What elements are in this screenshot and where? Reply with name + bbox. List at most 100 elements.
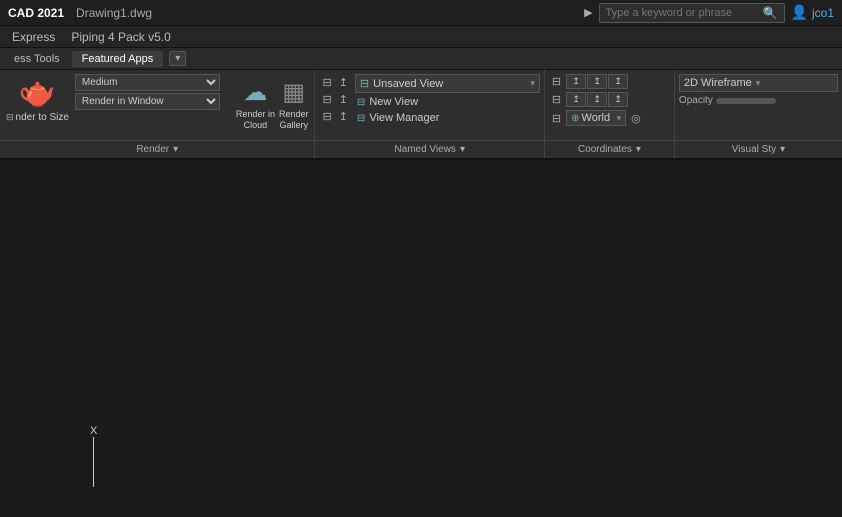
- teapot-icon: 🫖: [19, 78, 56, 108]
- nv-icon-btn-6[interactable]: ↥: [336, 109, 351, 124]
- axis-x-label: X: [90, 425, 97, 437]
- named-views-icon-group-mid: ⊟ ↥: [319, 92, 350, 107]
- search-box[interactable]: 🔍: [599, 3, 785, 23]
- tab-bar: ess Tools Featured Apps ▾: [0, 48, 842, 70]
- render-cloud-button[interactable]: ☁ Render inCloud: [236, 78, 275, 131]
- visual-style-section-label: Visual Sty ▾: [675, 140, 842, 158]
- render-cloud-label: Render inCloud: [236, 109, 275, 131]
- title-bar-right: ▶ 🔍 👤 jco1: [584, 3, 834, 23]
- unsaved-view-dropdown[interactable]: ⊟ Unsaved View ▾: [355, 74, 540, 93]
- menu-bar: Express Piping 4 Pack v5.0: [0, 26, 842, 48]
- named-views-icon-group-top: ⊟ ↥: [319, 75, 350, 90]
- view-dropdown-arrow: ▾: [530, 78, 535, 89]
- visual-style-dropdown[interactable]: 2D Wireframe ▾: [679, 74, 838, 92]
- new-view-label: New View: [369, 96, 418, 108]
- username: jco1: [812, 6, 834, 20]
- nv-icon-btn-3[interactable]: ⊟: [319, 92, 334, 107]
- render-gallery-button[interactable]: ▦ RenderGallery: [279, 78, 309, 131]
- view-icon: ⊟: [360, 77, 369, 90]
- new-view-icon: ⊟: [357, 97, 365, 108]
- view-manager-label: View Manager: [369, 112, 439, 124]
- view-manager-icon: ⊟: [357, 113, 365, 124]
- nv-icon-btn-1[interactable]: ⊟: [319, 75, 334, 90]
- render-controls: Medium Render in Window: [75, 74, 230, 128]
- nv-icon-btn-5[interactable]: ⊟: [319, 109, 334, 124]
- coord-mid-2[interactable]: ↥: [587, 92, 607, 107]
- search-icon[interactable]: 🔍: [763, 6, 778, 20]
- render-gallery-icon: ▦: [282, 78, 305, 107]
- named-views-icon-group-bot: ⊟ ↥: [319, 109, 350, 124]
- visual-style-arrow: ▾: [756, 78, 761, 89]
- ribbon-named-views-section: ⊟ ↥ ⊟ ↥ ⊟ ↥ ⊟ Unsaved V: [315, 70, 544, 158]
- render-label-arrow[interactable]: ▾: [173, 144, 178, 155]
- render-cloud-icon: ☁: [243, 78, 267, 107]
- visual-style-label-arrow[interactable]: ▾: [780, 144, 785, 155]
- coord-top-2[interactable]: ↥: [587, 74, 607, 89]
- nv-icon-btn-2[interactable]: ↥: [336, 75, 351, 90]
- nv-icon-btn-4[interactable]: ↥: [336, 92, 351, 107]
- render-to-size-label: nder to Size: [16, 112, 69, 123]
- coordinates-body: ⊟ ↥ ↥ ↥ ⊟ ↥ ↥ ↥ ⊟ ⊕ World: [545, 70, 674, 140]
- tab-extra-button[interactable]: ▾: [169, 51, 186, 66]
- opacity-icon-btn[interactable]: ◎: [628, 111, 644, 126]
- title-bar-left: CAD 2021 Drawing1.dwg: [8, 6, 584, 20]
- title-bar: CAD 2021 Drawing1.dwg ▶ 🔍 👤 jco1: [0, 0, 842, 26]
- ucs-icon: ⊕: [571, 113, 579, 124]
- menu-item-express[interactable]: Express: [4, 28, 63, 46]
- coord-btn-group-1: ↥ ↥ ↥: [566, 74, 628, 89]
- coordinates-label-text: Coordinates: [578, 144, 632, 155]
- visual-style-body: 2D Wireframe ▾ Opacity: [675, 70, 842, 140]
- opacity-label: Opacity: [679, 95, 713, 106]
- coord-btn-1[interactable]: ⊟: [549, 74, 564, 89]
- coord-btn-3[interactable]: ⊟: [549, 111, 564, 126]
- current-view-text: Unsaved View: [373, 78, 526, 90]
- coord-row-1: ⊟ ↥ ↥ ↥: [549, 74, 670, 89]
- app-name: CAD 2021: [8, 6, 64, 20]
- ucs-arrow: ▾: [617, 113, 622, 124]
- render-section-label: Render ▾: [0, 140, 314, 158]
- view-manager-item[interactable]: ⊟ View Manager: [355, 111, 540, 125]
- render-output-select[interactable]: Render in Window: [75, 93, 220, 110]
- ribbon: 🫖 ⊟ nder to Size Medium Render in Window: [0, 70, 842, 160]
- coordinates-label-arrow[interactable]: ▾: [636, 144, 641, 155]
- named-views-section-label: Named Views ▾: [315, 140, 543, 158]
- axis-line-vertical: [93, 437, 94, 487]
- visual-style-label-text: Visual Sty: [732, 144, 776, 155]
- search-input[interactable]: [606, 7, 763, 19]
- render-quality-select[interactable]: Medium: [75, 74, 220, 91]
- coord-top-1[interactable]: ↥: [566, 74, 586, 89]
- render-label-text: Render: [136, 144, 169, 155]
- menu-item-piping[interactable]: Piping 4 Pack v5.0: [63, 28, 178, 46]
- render-gallery-label: RenderGallery: [279, 109, 309, 131]
- new-view-item[interactable]: ⊟ New View: [355, 95, 540, 109]
- ucs-dropdown[interactable]: ⊕ World ▾: [566, 110, 626, 126]
- user-info[interactable]: 👤 jco1: [791, 4, 834, 21]
- search-arrow-icon: ▶: [584, 6, 592, 19]
- opacity-slider[interactable]: [716, 98, 776, 104]
- tab-featured-apps[interactable]: Featured Apps: [72, 51, 164, 67]
- named-views-label-arrow[interactable]: ▾: [460, 144, 465, 155]
- opacity-row: Opacity: [679, 95, 838, 106]
- tab-ess-tools[interactable]: ess Tools: [4, 51, 70, 67]
- ucs-name: World: [582, 112, 615, 124]
- user-icon: 👤: [791, 4, 808, 21]
- coord-top-3[interactable]: ↥: [608, 74, 628, 89]
- coordinates-section-label: Coordinates ▾: [545, 140, 674, 158]
- render-main-body: 🫖 ⊟ nder to Size Medium Render in Window: [0, 70, 314, 140]
- render-size-icon: ⊟: [6, 112, 14, 123]
- coord-row-3: ⊟ ⊕ World ▾ ◎: [549, 110, 670, 126]
- file-name: Drawing1.dwg: [76, 6, 152, 20]
- coord-mid-1[interactable]: ↥: [566, 92, 586, 107]
- visual-style-text: 2D Wireframe: [684, 77, 752, 89]
- coord-mid-3[interactable]: ↥: [608, 92, 628, 107]
- named-views-label-text: Named Views: [394, 144, 456, 155]
- axis-indicator: X: [90, 425, 97, 487]
- canvas-area: X: [0, 160, 842, 517]
- named-views-body: ⊟ ↥ ⊟ ↥ ⊟ ↥ ⊟ Unsaved V: [315, 70, 543, 140]
- coord-btn-2[interactable]: ⊟: [549, 92, 564, 107]
- coord-row-2: ⊟ ↥ ↥ ↥: [549, 92, 670, 107]
- ribbon-coordinates-section: ⊟ ↥ ↥ ↥ ⊟ ↥ ↥ ↥ ⊟ ⊕ World: [545, 70, 675, 158]
- coord-btn-group-2: ↥ ↥ ↥: [566, 92, 628, 107]
- ribbon-visual-style-section: 2D Wireframe ▾ Opacity Visual Sty ▾: [675, 70, 842, 158]
- ribbon-render-section: 🫖 ⊟ nder to Size Medium Render in Window: [0, 70, 315, 158]
